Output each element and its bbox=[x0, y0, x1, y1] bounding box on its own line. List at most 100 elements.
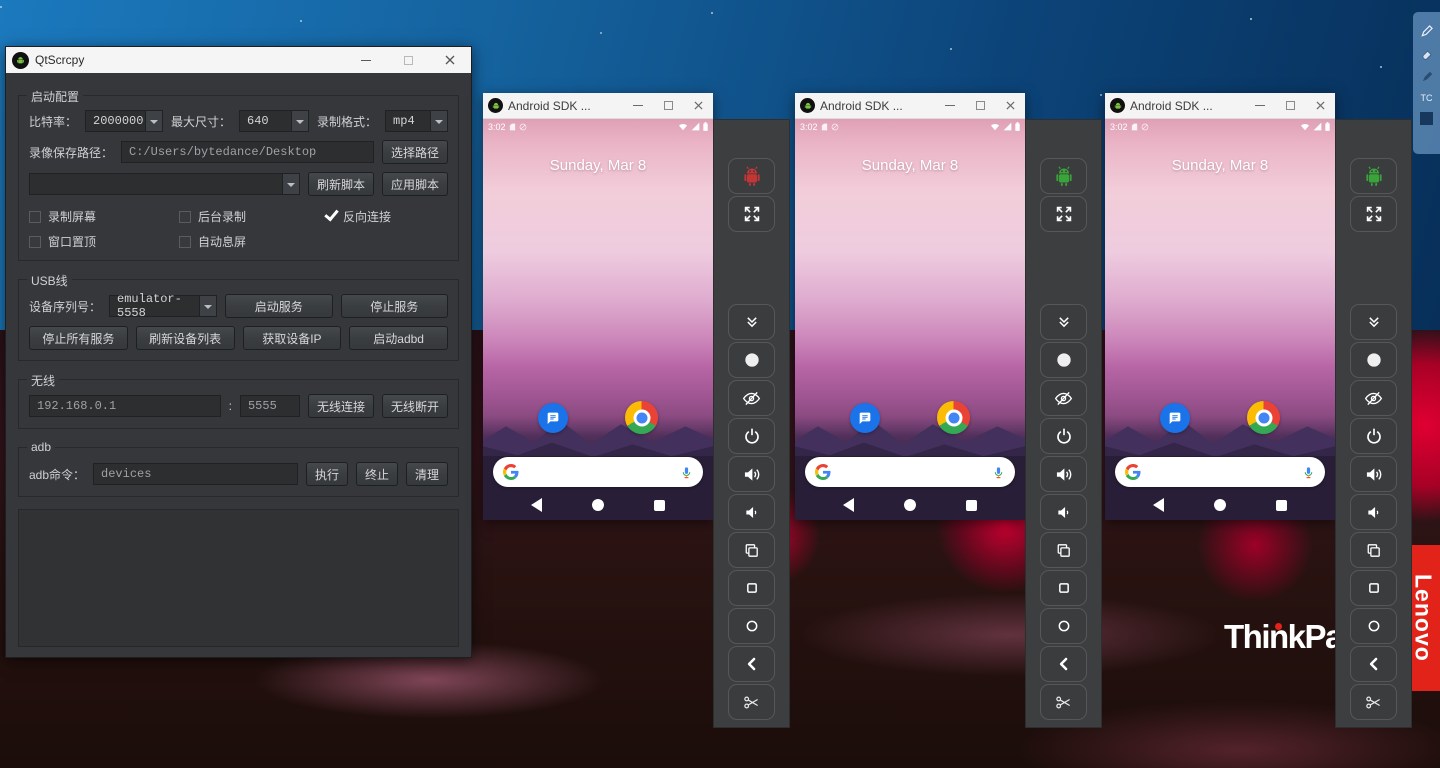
color-swatch-icon[interactable] bbox=[1420, 112, 1433, 125]
maximize-button[interactable] bbox=[653, 93, 683, 118]
messages-app-icon[interactable] bbox=[538, 403, 568, 433]
console-output[interactable] bbox=[18, 509, 459, 647]
app-switch-button[interactable] bbox=[728, 532, 775, 568]
app-switch-button[interactable] bbox=[1040, 532, 1087, 568]
get-device-ip-button[interactable]: 获取设备IP bbox=[243, 326, 342, 350]
minimize-button[interactable] bbox=[1245, 93, 1275, 118]
close-button[interactable] bbox=[1305, 93, 1335, 118]
google-search-bar[interactable] bbox=[493, 457, 703, 487]
nav-recents-button[interactable] bbox=[1276, 500, 1287, 511]
close-button[interactable] bbox=[683, 93, 713, 118]
start-service-button[interactable]: 启动服务 bbox=[225, 294, 333, 318]
apply-script-button[interactable]: 应用脚本 bbox=[382, 172, 448, 196]
maximize-button[interactable] bbox=[387, 47, 429, 73]
touch-button[interactable] bbox=[1350, 342, 1397, 378]
fullscreen-button[interactable] bbox=[1350, 196, 1397, 232]
close-button[interactable] bbox=[429, 47, 471, 73]
nav-recents-button[interactable] bbox=[654, 500, 665, 511]
stop-all-services-button[interactable]: 停止所有服务 bbox=[29, 326, 128, 350]
power-button[interactable] bbox=[1040, 418, 1087, 454]
maximize-button[interactable] bbox=[965, 93, 995, 118]
power-button[interactable] bbox=[728, 418, 775, 454]
android-window-titlebar[interactable]: Android SDK ... bbox=[483, 93, 713, 119]
refresh-devices-button[interactable]: 刷新设备列表 bbox=[136, 326, 235, 350]
app-group-button[interactable] bbox=[1040, 158, 1087, 194]
app-group-button[interactable] bbox=[728, 158, 775, 194]
expand-notifications-button[interactable] bbox=[1350, 304, 1397, 340]
app-group-button[interactable] bbox=[1350, 158, 1397, 194]
volume-down-button[interactable] bbox=[1350, 494, 1397, 530]
adb-terminate-button[interactable]: 终止 bbox=[356, 462, 398, 486]
launch-checkbox[interactable]: 反向连接 bbox=[324, 208, 448, 225]
save-path-input[interactable]: C:/Users/bytedance/Desktop bbox=[121, 141, 374, 163]
android-screen[interactable]: 3:02 Sunday, Mar 8 bbox=[483, 119, 713, 520]
adb-clear-button[interactable]: 清理 bbox=[406, 462, 448, 486]
fullscreen-button[interactable] bbox=[728, 196, 775, 232]
expand-notifications-button[interactable] bbox=[1040, 304, 1087, 340]
chrome-app-icon[interactable] bbox=[625, 401, 658, 434]
menu-button[interactable] bbox=[728, 570, 775, 606]
volume-up-button[interactable] bbox=[1040, 456, 1087, 492]
power-button[interactable] bbox=[1350, 418, 1397, 454]
choose-path-button[interactable]: 选择路径 bbox=[382, 140, 448, 164]
screen-off-button[interactable] bbox=[1350, 380, 1397, 416]
launch-checkbox[interactable]: 自动息屏 bbox=[179, 233, 324, 250]
android-screen[interactable]: 3:02 Sunday, Mar 8 bbox=[795, 119, 1025, 520]
screen-off-button[interactable] bbox=[728, 380, 775, 416]
minimize-button[interactable] bbox=[345, 47, 387, 73]
nav-back-button[interactable] bbox=[531, 498, 542, 512]
max-size-select[interactable]: 640 bbox=[239, 110, 309, 132]
screenshot-button[interactable] bbox=[1350, 684, 1397, 720]
start-adbd-button[interactable]: 启动adbd bbox=[349, 326, 448, 350]
android-screen[interactable]: 3:02 Sunday, Mar 8 bbox=[1105, 119, 1335, 520]
volume-up-button[interactable] bbox=[1350, 456, 1397, 492]
record-format-select[interactable]: mp4 bbox=[385, 110, 448, 132]
wireless-disconnect-button[interactable]: 无线断开 bbox=[382, 394, 448, 418]
eraser-icon[interactable] bbox=[1420, 47, 1434, 61]
android-window-titlebar[interactable]: Android SDK ... bbox=[795, 93, 1025, 119]
google-search-bar[interactable] bbox=[1115, 457, 1325, 487]
chrome-app-icon[interactable] bbox=[937, 401, 970, 434]
refresh-script-button[interactable]: 刷新脚本 bbox=[308, 172, 374, 196]
bitrate-select[interactable]: 2000000 bbox=[85, 110, 163, 132]
home-button[interactable] bbox=[1040, 608, 1087, 644]
marker-icon[interactable] bbox=[1420, 70, 1434, 84]
maximize-button[interactable] bbox=[1275, 93, 1305, 118]
minimize-button[interactable] bbox=[935, 93, 965, 118]
nav-home-button[interactable] bbox=[592, 499, 604, 511]
expand-notifications-button[interactable] bbox=[728, 304, 775, 340]
nav-recents-button[interactable] bbox=[966, 500, 977, 511]
minimize-button[interactable] bbox=[623, 93, 653, 118]
qtscrcpy-titlebar[interactable]: QtScrcpy bbox=[6, 47, 471, 73]
menu-button[interactable] bbox=[1350, 570, 1397, 606]
messages-app-icon[interactable] bbox=[1160, 403, 1190, 433]
mic-icon[interactable] bbox=[680, 466, 693, 479]
launch-checkbox[interactable]: 录制屏幕 bbox=[29, 208, 179, 225]
launch-checkbox[interactable]: 窗口置顶 bbox=[29, 233, 179, 250]
nav-home-button[interactable] bbox=[1214, 499, 1226, 511]
script-select[interactable] bbox=[29, 173, 300, 195]
android-window-titlebar[interactable]: Android SDK ... bbox=[1105, 93, 1335, 119]
menu-button[interactable] bbox=[1040, 570, 1087, 606]
touch-button[interactable] bbox=[1040, 342, 1087, 378]
back-button[interactable] bbox=[1040, 646, 1087, 682]
nav-back-button[interactable] bbox=[843, 498, 854, 512]
wireless-port-input[interactable]: 5555 bbox=[240, 395, 300, 417]
back-button[interactable] bbox=[728, 646, 775, 682]
nav-back-button[interactable] bbox=[1153, 498, 1164, 512]
home-button[interactable] bbox=[728, 608, 775, 644]
home-button[interactable] bbox=[1350, 608, 1397, 644]
volume-down-button[interactable] bbox=[1040, 494, 1087, 530]
app-switch-button[interactable] bbox=[1350, 532, 1397, 568]
adb-execute-button[interactable]: 执行 bbox=[306, 462, 348, 486]
stop-service-button[interactable]: 停止服务 bbox=[341, 294, 449, 318]
volume-down-button[interactable] bbox=[728, 494, 775, 530]
wireless-ip-input[interactable]: 192.168.0.1 bbox=[29, 395, 221, 417]
close-button[interactable] bbox=[995, 93, 1025, 118]
screen-off-button[interactable] bbox=[1040, 380, 1087, 416]
screenshot-button[interactable] bbox=[728, 684, 775, 720]
nav-home-button[interactable] bbox=[904, 499, 916, 511]
fullscreen-button[interactable] bbox=[1040, 196, 1087, 232]
touch-button[interactable] bbox=[728, 342, 775, 378]
back-button[interactable] bbox=[1350, 646, 1397, 682]
